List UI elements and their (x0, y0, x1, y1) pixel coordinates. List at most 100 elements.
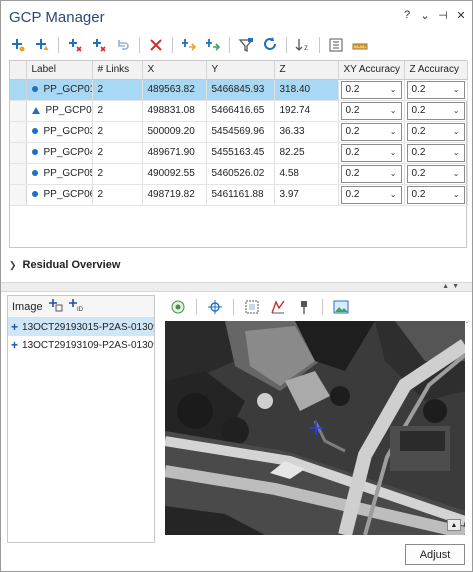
xy-accuracy-dropdown[interactable]: 0.2 ⌄ (340, 185, 402, 204)
row-selector[interactable] (10, 121, 27, 143)
measure-button[interactable] (349, 35, 371, 55)
delete-all-gcp-button[interactable] (64, 35, 86, 55)
gcp-label: PP_GCP03 (43, 126, 92, 137)
cell-z-accuracy: 0.2 ⌄ (404, 184, 468, 206)
table-row[interactable]: PP_GCP04 2 489671.90 5455163.45 82.25 0.2 ⌄ 0.2… (10, 142, 468, 164)
cell-y: 5461161.88 (206, 184, 275, 206)
aerial-image[interactable]: ▲ (165, 321, 465, 535)
column-header-xy-accuracy[interactable]: XY Accuracy (338, 61, 405, 80)
list-item[interactable]: +13OCT29193015-P2AS-013094 (8, 318, 154, 336)
xy-accuracy-dropdown[interactable]: 0.2 ⌄ (340, 122, 402, 141)
image-name: 13OCT29193109-P2AS-013094 (22, 339, 154, 351)
add-image-icon[interactable] (48, 298, 63, 315)
sort-z-button[interactable]: z (292, 35, 314, 55)
xy-accuracy-dropdown[interactable]: 0.2 ⌄ (340, 164, 402, 183)
cell-y: 5466845.93 (206, 79, 275, 101)
full-extent-button[interactable] (167, 297, 189, 317)
table-row[interactable]: PP_GCP03 2 500009.20 5454569.96 36.33 0.2 ⌄ 0.2… (10, 121, 468, 143)
residual-overview-toggle[interactable]: ❯ Residual Overview (9, 257, 120, 273)
center-on-point-button[interactable] (204, 297, 226, 317)
table-options-button[interactable] (325, 35, 347, 55)
gcp-label: PP_GCP02 (45, 105, 92, 116)
z-accuracy-dropdown[interactable]: 0.2 ⌄ (406, 101, 465, 120)
cell-z-accuracy: 0.2 ⌄ (404, 142, 468, 164)
viewer-toolbar (163, 295, 467, 319)
zoom-to-layer-button[interactable] (241, 297, 263, 317)
z-accuracy-value: 0.2 (411, 189, 426, 200)
help-icon[interactable]: ? (402, 9, 412, 22)
xy-accuracy-dropdown[interactable]: 0.2 ⌄ (340, 80, 402, 99)
image-icon (333, 300, 349, 314)
gcp-label: PP_GCP05 (43, 168, 92, 179)
cell-x: 490092.55 (142, 163, 207, 185)
target-icon (208, 300, 222, 314)
dot-marker-icon (31, 128, 38, 135)
cell-z: 318.40 (274, 79, 339, 101)
panel-splitter[interactable]: ▲▼ (1, 282, 472, 292)
cell-label: PP_GCP02 (26, 100, 93, 122)
pin-icon[interactable]: ⊣ (438, 9, 448, 22)
zoom-extent-icon (245, 300, 259, 314)
adjust-button[interactable]: Adjust (405, 544, 465, 565)
row-selector[interactable] (10, 184, 27, 206)
table-row[interactable]: PP_GCP022498831.085466416.65192.740.2⌄0.… (10, 100, 468, 122)
table-row[interactable]: PP_GCP06 2 498719.82 5461161.88 3.97 0.2 ⌄ 0.2 ⌄ (10, 184, 468, 206)
z-accuracy-dropdown[interactable]: 0.2 ⌄ (406, 80, 465, 99)
close-icon[interactable]: ✕ (456, 9, 466, 22)
column-header-z-accuracy[interactable]: Z Accuracy (404, 61, 468, 80)
triangle-up-icon[interactable]: ▲ (447, 519, 461, 531)
table-header-row: Label # Links X Y Z XY Accuracy Z Accura… (10, 61, 468, 80)
table-row[interactable]: PP_GCP05 2 490092.55 5460526.02 4.58 0.2 ⌄ 0.2 ⌄ (10, 163, 468, 185)
chevron-right-icon: ❯ (9, 259, 17, 270)
cell-xy-accuracy: 0.2 ⌄ (338, 79, 405, 101)
export-gcp-button[interactable] (202, 35, 224, 55)
import-gcp-button[interactable] (178, 35, 200, 55)
column-header-links[interactable]: # Links (92, 61, 143, 80)
refresh-button[interactable] (259, 35, 281, 55)
z-accuracy-dropdown[interactable]: 0.2 ⌄ (406, 185, 465, 204)
list-item[interactable]: +13OCT29193109-P2AS-013094 (8, 336, 154, 354)
gcp-table: Label # Links X Y Z XY Accuracy Z Accura… (10, 61, 468, 206)
row-selector[interactable] (10, 142, 27, 164)
add-gcp-button[interactable] (7, 35, 29, 55)
undo-button[interactable] (112, 35, 134, 55)
refresh-icon (264, 37, 276, 50)
chevron-down-icon: ⌄ (452, 169, 460, 178)
toolbar-separator (322, 299, 323, 315)
delete-tiepoint-button[interactable] (88, 35, 110, 55)
add-tiepoint-button[interactable] (31, 35, 53, 55)
xy-accuracy-dropdown[interactable]: 0.2 ⌄ (340, 101, 402, 120)
stretch-button[interactable] (267, 297, 289, 317)
cell-x: 489563.82 (142, 79, 207, 101)
add-id-icon[interactable]: ID (68, 298, 85, 315)
import-icon (182, 39, 197, 51)
z-accuracy-dropdown[interactable]: 0.2 ⌄ (406, 164, 465, 183)
z-accuracy-dropdown[interactable]: 0.2 ⌄ (406, 122, 465, 141)
toolbar-separator (196, 299, 197, 315)
window-title: GCP Manager (9, 8, 105, 26)
row-selector[interactable] (10, 100, 27, 122)
table-row[interactable]: PP_GCP01 2 489563.82 5466845.93 318.40 0.2 ⌄ 0.… (10, 79, 468, 101)
image-display-button[interactable] (330, 297, 352, 317)
gcp-crosshair-icon[interactable] (309, 421, 323, 435)
swipe-button[interactable] (293, 297, 315, 317)
gcp-table-container: Label # Links X Y Z XY Accuracy Z Accura… (9, 60, 468, 248)
collapse-arrows-icon[interactable]: ▲▼ (442, 283, 462, 290)
chevron-down-icon: ⌄ (452, 190, 460, 199)
resize-grip-icon[interactable]: ⌄ (464, 317, 470, 325)
delete-button[interactable] (145, 35, 167, 55)
gcp-label: PP_GCP01 (43, 84, 92, 95)
filter-button[interactable] (235, 35, 257, 55)
column-header-z[interactable]: Z (274, 61, 339, 80)
z-accuracy-value: 0.2 (411, 126, 426, 137)
xy-accuracy-dropdown[interactable]: 0.2 ⌄ (340, 143, 402, 162)
column-header-label[interactable]: Label (26, 61, 93, 80)
menu-chevron-icon[interactable]: ⌄ (420, 9, 430, 22)
z-accuracy-dropdown[interactable]: 0.2 ⌄ (406, 143, 465, 162)
histogram-stretch-icon (271, 300, 285, 314)
column-header-y[interactable]: Y (206, 61, 275, 80)
chevron-down-icon: ⌄ (389, 106, 397, 115)
row-selector[interactable] (10, 163, 27, 185)
column-header-x[interactable]: X (142, 61, 207, 80)
row-selector[interactable] (10, 79, 27, 101)
